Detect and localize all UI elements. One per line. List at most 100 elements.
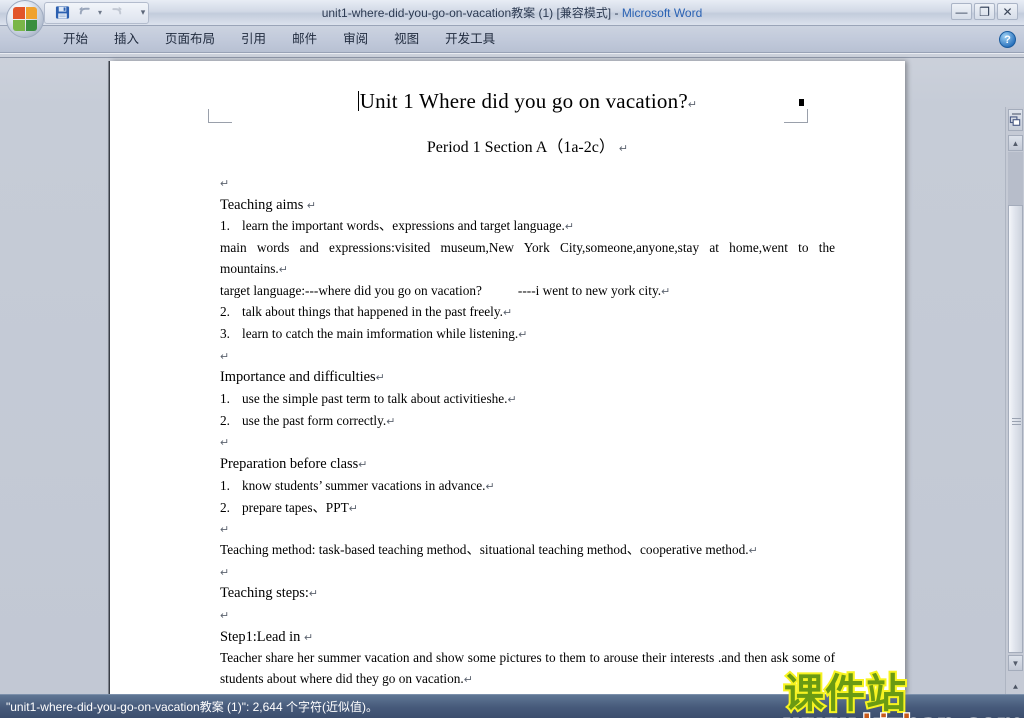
pilcrow-icon: ↵ xyxy=(303,631,314,644)
pilcrow-icon: ↵ xyxy=(306,199,317,212)
pilcrow-icon: ↵ xyxy=(748,544,758,557)
paragraph-blank: ↵ xyxy=(220,173,835,194)
window-controls: — ❐ ✕ xyxy=(951,3,1018,20)
close-button[interactable]: ✕ xyxy=(997,3,1018,20)
tab-home[interactable]: 开始 xyxy=(50,26,101,53)
tab-insert[interactable]: 插入 xyxy=(101,26,152,53)
split-window-icon[interactable] xyxy=(1008,109,1023,131)
scroll-up-arrow[interactable]: ▲ xyxy=(1008,135,1023,151)
list-number: 1. xyxy=(220,391,230,406)
text-cursor xyxy=(357,91,359,111)
paragraph-blank: ↵ xyxy=(220,562,835,583)
pilcrow-icon: ↵ xyxy=(502,307,513,320)
paragraph-text: Teaching steps: xyxy=(220,585,309,602)
office-logo-icon xyxy=(13,7,37,31)
paragraph-heading-teaching-aims: Teaching aims ↵ xyxy=(220,195,835,217)
document-heading-text: Unit 1 Where did you go on vacation? xyxy=(359,89,688,113)
list-item: 2. use the past form correctly.↵ xyxy=(220,411,835,433)
paragraph-blank: ↵ xyxy=(220,605,835,626)
list-item: 3. learn to catch the main imformation wh… xyxy=(220,324,835,346)
scroll-down-arrow[interactable]: ▼ xyxy=(1008,655,1023,671)
title-bar: ▾ ▾ unit1-where-did-you-go-on-vacation教案… xyxy=(0,0,1024,26)
pilcrow-icon: ↵ xyxy=(375,372,385,385)
paragraph-text-secondary: ----i went to new york city. xyxy=(517,282,662,298)
paragraph-text: prepare tapes、PPT xyxy=(242,499,349,515)
workspace-divider xyxy=(0,57,1024,58)
paragraph-heading-preparation: Preparation before class↵ xyxy=(220,454,835,476)
paragraph-text: know students’ summer vacations in advan… xyxy=(242,477,486,493)
ribbon-tabs: 开始 插入 页面布局 引用 邮件 审阅 视图 开发工具 xyxy=(50,26,508,53)
pilcrow-icon: ↵ xyxy=(463,674,473,687)
pilcrow-icon: ↵ xyxy=(485,480,495,493)
pilcrow-icon: ↵ xyxy=(308,588,319,601)
paragraph-target-language: target language:---where did you go on v… xyxy=(220,281,835,303)
paragraph-lead-in-body: Teacher share her summer vacation and sh… xyxy=(220,648,835,690)
list-number: 2. xyxy=(220,499,230,515)
paragraph-text: learn the important words、expressions an… xyxy=(242,218,565,234)
paragraph-blank: ↵ xyxy=(220,519,835,540)
tab-view[interactable]: 视图 xyxy=(381,26,432,53)
document-subheading: Period 1 Section A（1a-2c） ↵ xyxy=(220,133,835,157)
tab-review[interactable]: 审阅 xyxy=(330,26,381,53)
paragraph-text: Teaching method: task-based teaching met… xyxy=(220,541,749,557)
list-item: 1. learn the important words、expressions … xyxy=(220,216,835,238)
paragraph-teaching-method: Teaching method: task-based teaching met… xyxy=(220,540,835,562)
paragraph-text: talk about things that happened in the p… xyxy=(242,304,503,320)
tab-developer[interactable]: 开发工具 xyxy=(432,26,508,53)
pilcrow-icon: ↵ xyxy=(220,609,230,622)
pilcrow-icon: ↵ xyxy=(220,437,230,450)
list-item: 1. use the simple past term to talk about… xyxy=(220,389,835,411)
paragraph-heading-importance: Importance and difficulties↵ xyxy=(220,367,835,389)
pilcrow-icon: ↵ xyxy=(220,178,230,190)
minimize-button[interactable]: — xyxy=(951,3,972,20)
paragraph-text: Teacher share her summer vacation and sh… xyxy=(220,650,839,687)
tab-mailings[interactable]: 邮件 xyxy=(279,26,330,53)
scroll-track-upper[interactable] xyxy=(1008,152,1023,205)
tab-references[interactable]: 引用 xyxy=(228,26,279,53)
pilcrow-icon: ↵ xyxy=(661,285,671,298)
pilcrow-icon: ↵ xyxy=(220,566,230,579)
pilcrow-icon: ↵ xyxy=(220,350,230,363)
window-title: unit1-where-did-you-go-on-vacation教案 (1)… xyxy=(0,0,1024,26)
document-subheading-text: Period 1 Section A（1a-2c） xyxy=(426,139,615,156)
help-icon[interactable]: ? xyxy=(999,31,1016,48)
window-title-document: unit1-where-did-you-go-on-vacation教案 (1)… xyxy=(321,6,622,20)
paragraph-text: main words and expressions:visited museu… xyxy=(220,240,839,276)
previous-page-icon[interactable]: ⯅ xyxy=(1008,679,1023,695)
pilcrow-icon: ↵ xyxy=(348,502,358,515)
pilcrow-icon: ↵ xyxy=(507,394,517,406)
scroll-thumb[interactable] xyxy=(1008,205,1023,653)
paragraph-text: use the simple past term to talk about a… xyxy=(242,391,508,406)
list-number: 2. xyxy=(220,304,230,320)
restore-button[interactable]: ❐ xyxy=(974,3,995,20)
document-page[interactable]: Unit 1 Where did you go on vacation?↵ Pe… xyxy=(110,61,905,708)
paragraph-heading-step1: Step1:Lead in ↵ xyxy=(220,627,835,649)
paragraph-text: learn to catch the main imformation whil… xyxy=(242,325,519,341)
list-number: 1. xyxy=(220,218,230,234)
list-item: 1. know students’ summer vacations in adv… xyxy=(220,476,835,498)
tab-page-layout[interactable]: 页面布局 xyxy=(152,26,228,53)
scroll-thumb-grip xyxy=(1012,418,1021,425)
status-bar: "unit1-where-did-you-go-on-vacation教案 (1… xyxy=(0,694,1024,718)
list-number: 1. xyxy=(220,477,230,493)
pilcrow-icon: ↵ xyxy=(564,221,575,234)
paragraph-text: Teaching aims xyxy=(220,196,304,213)
list-item: 2. prepare tapes、PPT↵ xyxy=(220,498,835,520)
pilcrow-icon: ↵ xyxy=(220,524,230,537)
word-window: ▾ ▾ unit1-where-did-you-go-on-vacation教案… xyxy=(0,0,1024,718)
paragraph-text: target language:---where did you go on v… xyxy=(220,282,482,298)
window-title-app: Microsoft Word xyxy=(621,6,703,20)
document-heading: Unit 1 Where did you go on vacation?↵ xyxy=(220,89,835,114)
document-body: Unit 1 Where did you go on vacation?↵ Pe… xyxy=(220,89,835,711)
list-item: 2. talk about things that happened in the… xyxy=(220,302,835,324)
paragraph-text: Step1:Lead in xyxy=(220,628,301,645)
pilcrow-icon: ↵ xyxy=(358,459,368,472)
pilcrow-icon: ↵ xyxy=(518,328,528,341)
paragraph-main-words: main words and expressions:visited museu… xyxy=(220,238,835,280)
document-workspace: Unit 1 Where did you go on vacation?↵ Pe… xyxy=(0,53,1024,718)
office-button[interactable] xyxy=(6,0,44,38)
paragraph-blank: ↵ xyxy=(220,432,835,453)
vertical-scrollbar[interactable]: ▲ ▼ ⯅ ◯ ⯆ xyxy=(1005,107,1024,718)
pilcrow-icon: ↵ xyxy=(278,263,288,276)
paragraph-blank: ↵ xyxy=(220,346,835,367)
